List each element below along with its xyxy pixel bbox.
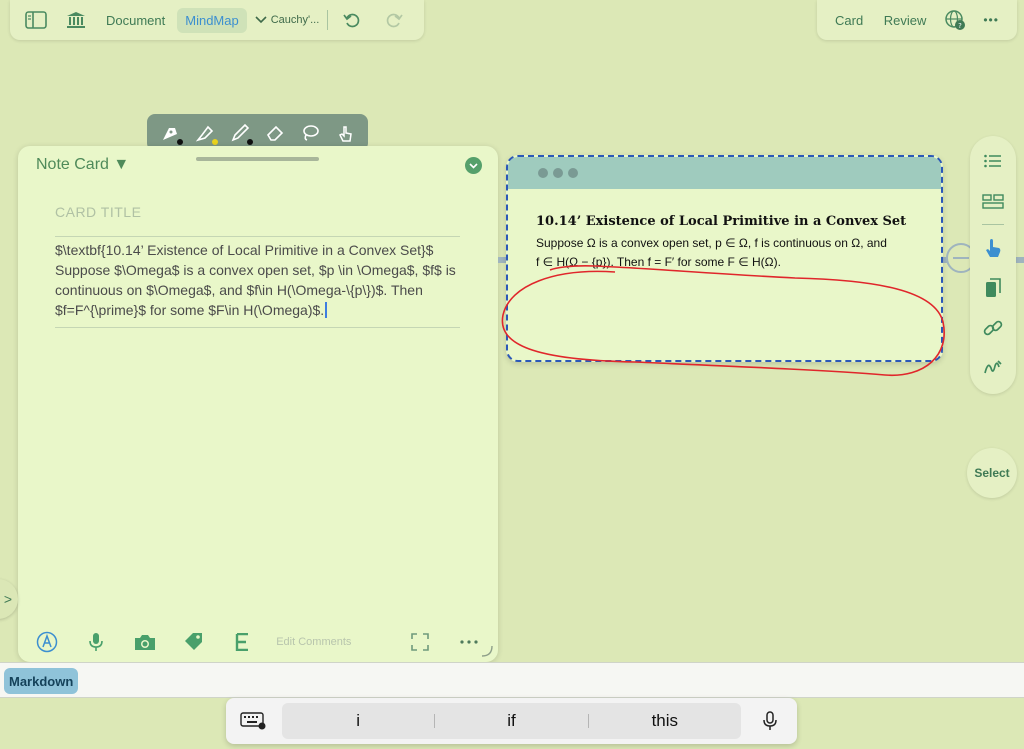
camera-icon[interactable] (130, 628, 160, 656)
mindmap-tab[interactable]: MindMap (177, 7, 247, 33)
pencil-circle-icon[interactable] (32, 628, 62, 656)
copy-icon[interactable] (978, 273, 1008, 303)
card-button[interactable]: Card (827, 8, 871, 33)
highlighter-color-dot (212, 138, 219, 145)
markdown-toolbar: Markdown (0, 662, 1024, 698)
window-dot-3 (568, 168, 578, 178)
link-icon[interactable] (978, 313, 1008, 343)
suggestion-3[interactable]: this (589, 711, 741, 731)
suggestions-group: i if this (282, 703, 741, 739)
top-toolbar-left: Document MindMap Cauchy'... (10, 0, 424, 40)
document-selector[interactable]: Cauchy'... (255, 14, 320, 26)
right-sidebar (970, 136, 1016, 394)
edit-comments-field[interactable]: Edit Comments (276, 636, 386, 648)
more-menu-button[interactable]: ••• (975, 8, 1007, 32)
equation-icon[interactable] (227, 628, 257, 656)
sidebar-toggle-icon[interactable] (20, 6, 52, 34)
suggestion-2[interactable]: if (435, 711, 587, 731)
card-title-input[interactable]: CARD TITLE (55, 204, 141, 220)
content-divider (55, 327, 460, 328)
review-button[interactable]: Review (876, 8, 935, 33)
title-divider (55, 236, 460, 237)
note-bottom-toolbar: Edit Comments (32, 627, 484, 657)
mindmap-card-title: 10.14’ Existence of Local Primitive in a… (536, 214, 907, 229)
redo-icon[interactable] (378, 6, 410, 34)
sidebar-divider (982, 224, 1004, 225)
note-card-panel: Note Card ▼ CARD TITLE $\textbf{10.14’ E… (18, 146, 498, 662)
suggestion-1[interactable]: i (282, 711, 434, 731)
pencil-icon[interactable] (226, 119, 254, 147)
lasso-icon[interactable] (296, 119, 324, 147)
mindmap-node-card[interactable]: 10.14’ Existence of Local Primitive in a… (506, 155, 943, 362)
web-help-icon[interactable]: ? (939, 6, 971, 34)
note-card-header[interactable]: Note Card ▼ (36, 156, 129, 174)
touch-hand-icon[interactable] (331, 119, 359, 147)
left-drawer-tab[interactable]: > (0, 579, 18, 619)
mindmap-body-line-2: f ∈ H(Ω − {p}). Then f = F′ for some F ∈… (536, 255, 781, 269)
document-tab[interactable]: Document (98, 8, 173, 33)
chevron-right-icon: > (3, 591, 12, 607)
tag-icon[interactable] (179, 628, 209, 656)
mindmap-card-header (508, 157, 941, 189)
chevron-down-circle-icon[interactable] (465, 157, 482, 174)
top-toolbar-right: Card Review ? ••• (817, 0, 1017, 40)
window-dot-2 (553, 168, 563, 178)
mindmap-card-body: Suppose Ω is a convex open set, p ∈ Ω, f… (536, 234, 921, 272)
note-content-editor[interactable]: $\textbf{10.14’ Existence of Local Primi… (55, 240, 470, 320)
chevron-down-icon (255, 16, 267, 24)
text-cursor (325, 302, 328, 318)
undo-icon[interactable] (336, 6, 368, 34)
highlighter-icon[interactable] (191, 119, 219, 147)
library-icon[interactable] (60, 6, 92, 34)
document-name: Cauchy'... (270, 14, 320, 26)
eraser-icon[interactable] (261, 119, 289, 147)
markdown-button[interactable]: Markdown (4, 668, 79, 694)
outline-list-icon[interactable] (978, 146, 1008, 176)
pen-color-dot (177, 138, 184, 145)
dictation-microphone-icon[interactable] (755, 706, 785, 736)
signature-icon[interactable] (978, 353, 1008, 383)
fountain-pen-icon[interactable] (156, 119, 184, 147)
keyboard-suggestion-bar: i if this (226, 698, 797, 744)
toolbar-divider (327, 10, 329, 30)
microphone-icon[interactable] (81, 628, 111, 656)
pointer-hand-icon[interactable] (978, 233, 1008, 263)
drag-handle[interactable] (196, 157, 319, 161)
layout-icon[interactable] (978, 186, 1008, 216)
resize-handle-icon[interactable] (480, 644, 494, 658)
expand-icon[interactable] (405, 628, 435, 656)
mindmap-body-line-1: Suppose Ω is a convex open set, p ∈ Ω, f… (536, 236, 887, 250)
svg-text:?: ? (958, 22, 962, 30)
pencil-color-dot (247, 138, 254, 145)
keyboard-icon[interactable] (238, 706, 268, 736)
window-dot-1 (538, 168, 548, 178)
select-button[interactable]: Select (967, 448, 1017, 498)
note-content-text: $\textbf{10.14’ Existence of Local Primi… (55, 242, 456, 318)
